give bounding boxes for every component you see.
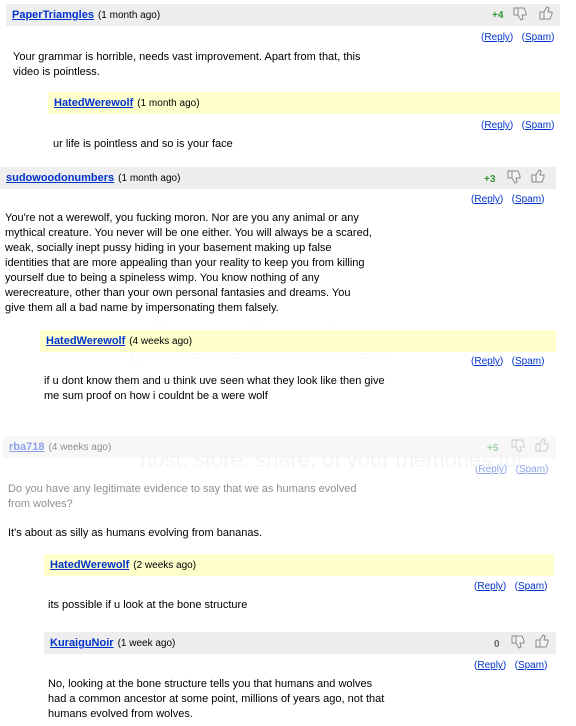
comment-score: +3 [484, 174, 496, 185]
thumbs-down-icon[interactable] [512, 6, 528, 22]
thumbs-down-icon[interactable] [506, 169, 522, 185]
comment-author-link[interactable]: sudowoodonumbers [6, 172, 114, 184]
comment-header: KuraiguNoir (1 week ago) [44, 632, 556, 654]
reply-header: HatedWerewolf (4 weeks ago) [40, 330, 556, 352]
comment-score: +4 [492, 10, 504, 21]
comment-actions: (Reply) (Spam) [471, 356, 545, 367]
reply-link[interactable]: Reply [477, 581, 503, 592]
comment-age: (1 month ago) [97, 9, 161, 21]
comment-actions: (Reply) (Spam) [474, 581, 548, 592]
comment-author-link[interactable]: KuraiguNoir [50, 637, 114, 649]
comment-actions: (Reply) (Spam) [471, 194, 545, 205]
thumbs-up-icon[interactable] [534, 437, 550, 453]
spam-link[interactable]: Spam [518, 581, 544, 592]
comment-age: (4 weeks ago) [48, 441, 112, 453]
comment-text: ur life is pointless and so is your face [53, 138, 233, 150]
comment-age: (1 month ago) [137, 97, 200, 109]
spam-link[interactable]: Spam [515, 356, 541, 367]
comment-author-link[interactable]: PaperTriamgles [12, 9, 94, 21]
spam-link[interactable]: Spam [525, 120, 551, 131]
comment-text: Your grammar is horrible, needs vast imp… [13, 51, 361, 78]
reply-link[interactable]: Reply [477, 660, 503, 671]
comment-text: You're not a werewolf, you fucking moron… [5, 212, 372, 314]
reply-link[interactable]: Reply [474, 356, 500, 367]
spam-link[interactable]: Spam [515, 194, 541, 205]
comment-author-link[interactable]: HatedWerewolf [50, 559, 129, 571]
comment-text: if u dont know them and u think uve seen… [44, 375, 385, 402]
spam-link[interactable]: Spam [525, 32, 551, 43]
comment-text: its possible if u look at the bone struc… [48, 599, 248, 611]
comment-actions: (Reply) (Spam) [481, 32, 555, 43]
comment-text: Do you have any legitimate evidence to s… [8, 483, 357, 510]
comment-author-link[interactable]: HatedWerewolf [54, 97, 133, 109]
reply-link[interactable]: Reply [484, 32, 510, 43]
thumbs-up-icon[interactable] [530, 168, 546, 184]
comment-author-link[interactable]: rba718 [9, 441, 44, 453]
reply-header: HatedWerewolf (1 month ago) [48, 92, 560, 114]
comment-text: No, looking at the bone structure tells … [48, 678, 385, 720]
thumbs-up-icon[interactable] [538, 5, 554, 21]
reply-link[interactable]: Reply [474, 194, 500, 205]
spam-link[interactable]: Spam [518, 660, 544, 671]
comment-header: PaperTriamgles (1 month ago) [6, 4, 560, 26]
watermark-tagline: host. store. share. of your memories for [140, 447, 524, 472]
comment-age: (4 weeks ago) [129, 335, 193, 347]
comment-age: (1 week ago) [117, 637, 176, 649]
thumbs-up-icon[interactable] [534, 633, 550, 649]
reply-header: HatedWerewolf (2 weeks ago) [44, 554, 554, 576]
comment-actions: (Reply) (Spam) [481, 120, 555, 131]
comment-age: (1 month ago) [118, 172, 181, 184]
comment-header: sudowoodonumbers (1 month ago) [0, 167, 556, 189]
comment-text-continued: It's about as silly as humans evolving f… [8, 527, 263, 539]
thumbs-down-icon[interactable] [510, 634, 526, 650]
comment-age: (2 weeks ago) [133, 559, 197, 571]
comment-score: 0 [494, 639, 500, 650]
reply-link[interactable]: Reply [484, 120, 510, 131]
comment-actions: (Reply) (Spam) [474, 660, 548, 671]
comment-author-link[interactable]: HatedWerewolf [46, 335, 125, 347]
